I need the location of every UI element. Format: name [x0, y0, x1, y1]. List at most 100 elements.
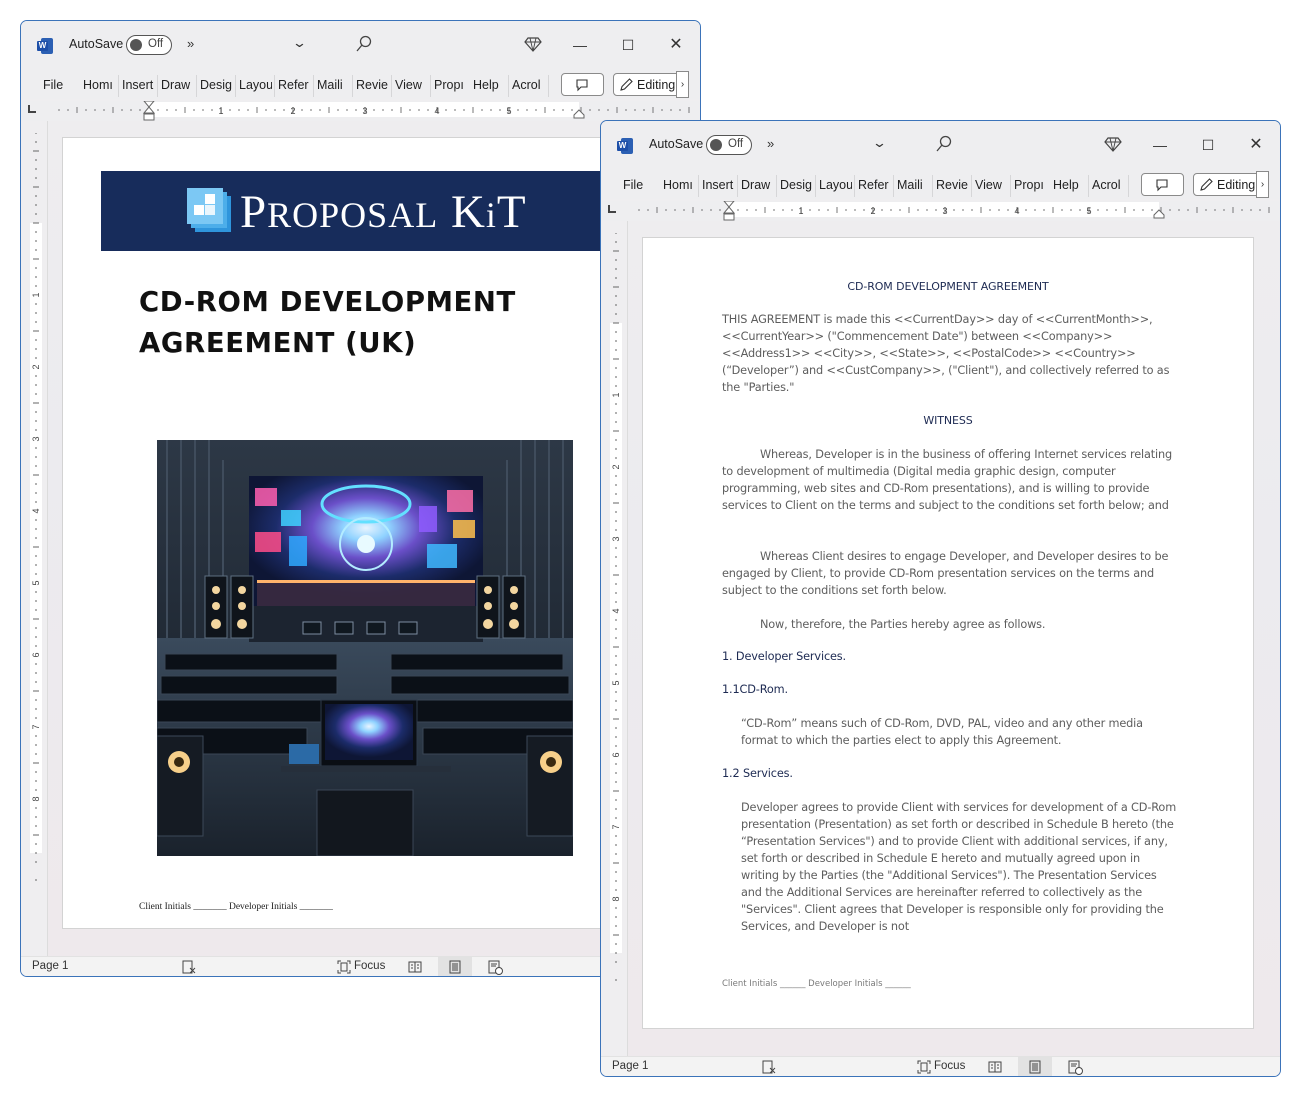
tab-help[interactable]: Help: [1053, 178, 1083, 192]
proofing-icon[interactable]: [761, 1059, 777, 1075]
tab-properties[interactable]: Propı: [1014, 178, 1047, 192]
comments-button[interactable]: [561, 73, 604, 96]
ruler-number: 1: [798, 206, 803, 216]
read-mode-icon[interactable]: [407, 959, 423, 975]
tab-design[interactable]: Desig: [780, 178, 813, 192]
vruler-number: 4: [611, 608, 621, 613]
diamond-icon[interactable]: [524, 35, 542, 53]
pencil-icon: [620, 78, 633, 91]
ribbon-separator: [776, 175, 777, 197]
comments-button[interactable]: [1141, 173, 1184, 196]
page-number[interactable]: Page 1: [612, 1060, 648, 1072]
more-commands-button[interactable]: »: [187, 36, 194, 51]
ribbon-separator: [854, 175, 855, 197]
ribbon-separator: [932, 175, 933, 197]
minimize-button[interactable]: —: [1148, 133, 1172, 157]
tab-insert[interactable]: Insert: [122, 78, 155, 92]
horizontal-ruler[interactable]: 1 2 3 4 5: [601, 201, 1280, 221]
tab-view[interactable]: View: [975, 178, 1008, 192]
tab-review[interactable]: Revie: [356, 78, 389, 92]
section-1-heading: 1. Developer Services.: [722, 650, 846, 663]
focus-button[interactable]: Focus: [354, 960, 385, 972]
vruler-ticks: 1 2 3 4 5 6 7 8: [30, 133, 42, 881]
tab-acrobat[interactable]: Acrol: [512, 78, 544, 92]
tab-properties[interactable]: Propı: [434, 78, 467, 92]
toggle-knob: [710, 139, 722, 151]
comment-icon: [576, 79, 588, 92]
close-button[interactable]: ✕: [664, 33, 688, 57]
tab-file[interactable]: File: [623, 178, 647, 192]
maximize-button[interactable]: ☐: [616, 33, 640, 57]
word-app-icon: W: [617, 138, 633, 154]
focus-icon[interactable]: [336, 959, 352, 975]
tab-draw[interactable]: Draw: [741, 178, 774, 192]
now-therefore-paragraph: Now, therefore, the Parties hereby agree…: [760, 618, 1046, 631]
brand-letter: T: [496, 186, 527, 238]
word-app-icon: W: [37, 38, 53, 54]
chevron-down-icon[interactable]: ⌄: [292, 35, 307, 51]
cover-page[interactable]: PROPOSAL KiT CD-ROM DEVELOPMENT AGREEMEN…: [62, 137, 622, 929]
cover-title: CD-ROM DEVELOPMENT AGREEMENT (UK): [139, 286, 516, 359]
focus-button[interactable]: Focus: [934, 1060, 965, 1072]
indent-marker[interactable]: [142, 101, 156, 121]
ribbon-separator: [430, 75, 431, 97]
tab-mailings[interactable]: Maili: [897, 178, 930, 192]
proofing-icon[interactable]: [181, 959, 197, 975]
web-layout-icon[interactable]: [487, 959, 503, 975]
document-canvas[interactable]: 1 2 3 4 5 6 7 8 CD-ROM DEVELOPMENT AGREEMENT TH…: [610, 221, 1280, 1056]
ribbon-separator: [815, 175, 816, 197]
web-layout-icon[interactable]: [1067, 1059, 1083, 1075]
tab-help[interactable]: Help: [473, 78, 503, 92]
tab-layout[interactable]: Layou: [239, 78, 272, 92]
page-number[interactable]: Page 1: [32, 960, 68, 972]
ribbon-separator: [1128, 175, 1129, 197]
ribbon-overflow-button[interactable]: ›: [1256, 171, 1269, 198]
tab-layout[interactable]: Layou: [819, 178, 852, 192]
diamond-icon[interactable]: [1104, 135, 1122, 153]
focus-icon[interactable]: [916, 1059, 932, 1075]
tab-home[interactable]: Homı: [83, 78, 116, 92]
print-layout-icon[interactable]: [447, 959, 463, 975]
autosave-state: Off: [728, 138, 744, 150]
chevron-down-icon[interactable]: ⌄: [872, 135, 887, 151]
tab-file[interactable]: File: [43, 78, 67, 92]
ribbon-overflow-button[interactable]: ›: [676, 71, 689, 98]
close-button[interactable]: ✕: [1244, 133, 1268, 157]
right-indent-marker[interactable]: [573, 109, 585, 119]
ruler-ticks: 1 2 3 4 5: [638, 201, 1270, 221]
tab-acrobat[interactable]: Acrol: [1092, 178, 1124, 192]
minimize-button[interactable]: —: [568, 33, 592, 57]
more-commands-button[interactable]: »: [767, 136, 774, 151]
tab-draw[interactable]: Draw: [161, 78, 194, 92]
ruler-number: 3: [362, 106, 367, 116]
autosave-toggle[interactable]: Off: [126, 35, 172, 55]
cover-image-theater: [157, 440, 573, 856]
tab-references[interactable]: Refer: [858, 178, 891, 192]
print-layout-icon[interactable]: [1027, 1059, 1043, 1075]
search-icon[interactable]: [935, 135, 953, 153]
vertical-ruler[interactable]: 1 2 3 4 5 6 7 8: [606, 233, 624, 985]
right-indent-marker[interactable]: [1153, 209, 1165, 219]
tab-references[interactable]: Refer: [278, 78, 311, 92]
tab-view[interactable]: View: [395, 78, 428, 92]
tab-mailings[interactable]: Maili: [317, 78, 350, 92]
autosave-toggle[interactable]: Off: [706, 135, 752, 155]
vruler-number: 6: [31, 652, 41, 657]
tab-design[interactable]: Desig: [200, 78, 233, 92]
vertical-ruler[interactable]: 1 2 3 4 5 6 7 8: [26, 133, 44, 885]
ribbon-separator: [157, 75, 158, 97]
title-bar: W AutoSave Off » ⌄ — ☐ ✕: [21, 21, 700, 71]
search-icon[interactable]: [355, 35, 373, 53]
maximize-button[interactable]: ☐: [1196, 133, 1220, 157]
agreement-page[interactable]: CD-ROM DEVELOPMENT AGREEMENT THIS AGREEM…: [642, 237, 1254, 1029]
tab-insert[interactable]: Insert: [702, 178, 735, 192]
read-mode-icon[interactable]: [987, 1059, 1003, 1075]
horizontal-ruler[interactable]: 1 2 3 4 5: [21, 101, 700, 121]
indent-marker[interactable]: [722, 201, 736, 221]
agreement-heading: CD-ROM DEVELOPMENT AGREEMENT: [847, 280, 1049, 293]
vruler-number: 7: [611, 824, 621, 829]
tab-home[interactable]: Homı: [663, 178, 696, 192]
witness-heading: WITNESS: [923, 414, 973, 427]
tab-review[interactable]: Revie: [936, 178, 969, 192]
proposal-kit-logo-icon: [187, 188, 231, 232]
